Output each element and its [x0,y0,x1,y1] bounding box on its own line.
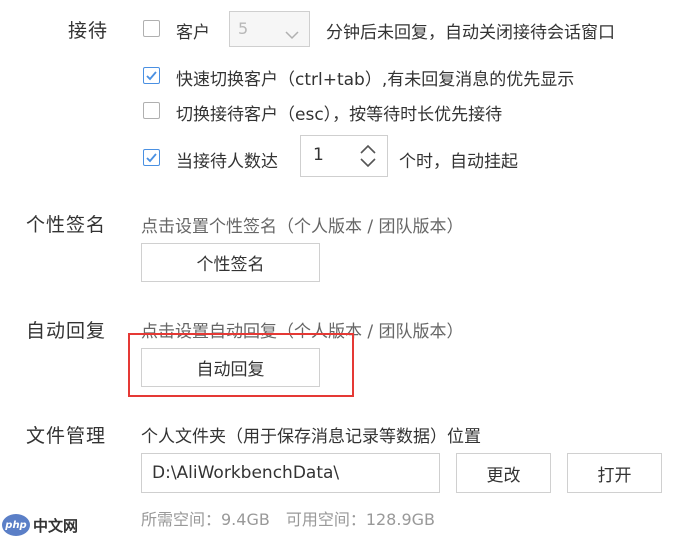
switch-reception-checkbox[interactable] [143,102,160,119]
limit-suffix: 个时，自动挂起 [399,152,518,172]
signature-button[interactable]: 个性签名 [141,243,320,282]
file-folder-description: 个人文件夹（用于保存消息记录等数据）位置 [141,427,481,447]
minutes-select-value: 5 [238,19,249,38]
space-info: 所需空间：9.4GB 可用空间：128.9GB [141,510,436,529]
watermark-text: 中文网 [33,516,79,535]
site-watermark: php 中文网 [2,514,78,536]
reception-limit-stepper[interactable]: 1 [300,135,388,177]
up-down-icon[interactable] [359,143,377,174]
file-management-label: 文件管理 [26,425,107,447]
signature-hint: 点击设置个性签名（个人版本 / 团队版本） [141,217,464,237]
reception-limit-value: 1 [313,145,324,165]
auto-reply-button[interactable]: 自动回复 [141,348,320,387]
minutes-suffix: 分钟后未回复，自动关闭接待会话窗口 [326,23,615,43]
signature-label: 个性签名 [26,214,107,236]
folder-path-field[interactable]: D:\AliWorkbenchData\ [141,453,440,493]
open-button[interactable]: 打开 [567,453,662,493]
php-logo-icon: php [2,514,30,536]
reception-label: 接待 [68,20,109,42]
auto-reply-label: 自动回复 [26,320,107,342]
check-icon [146,153,157,163]
chevron-down-icon [285,25,299,44]
switch-reception-text: 切换接待客户（esc），按等待时长优先接待 [176,105,503,125]
quick-switch-text: 快速切换客户（ctrl+tab）,有未回复消息的优先显示 [176,70,575,90]
change-button[interactable]: 更改 [456,453,551,493]
folder-path-value: D:\AliWorkbenchData\ [152,463,340,483]
customer-timeout-checkbox[interactable] [143,20,160,37]
check-icon [146,71,157,81]
limit-prefix: 当接待人数达 [176,152,278,172]
minutes-select[interactable]: 5 [229,11,310,47]
customer-label: 客户 [176,23,210,43]
quick-switch-checkbox[interactable] [143,67,160,84]
auto-suspend-checkbox[interactable] [143,149,160,166]
